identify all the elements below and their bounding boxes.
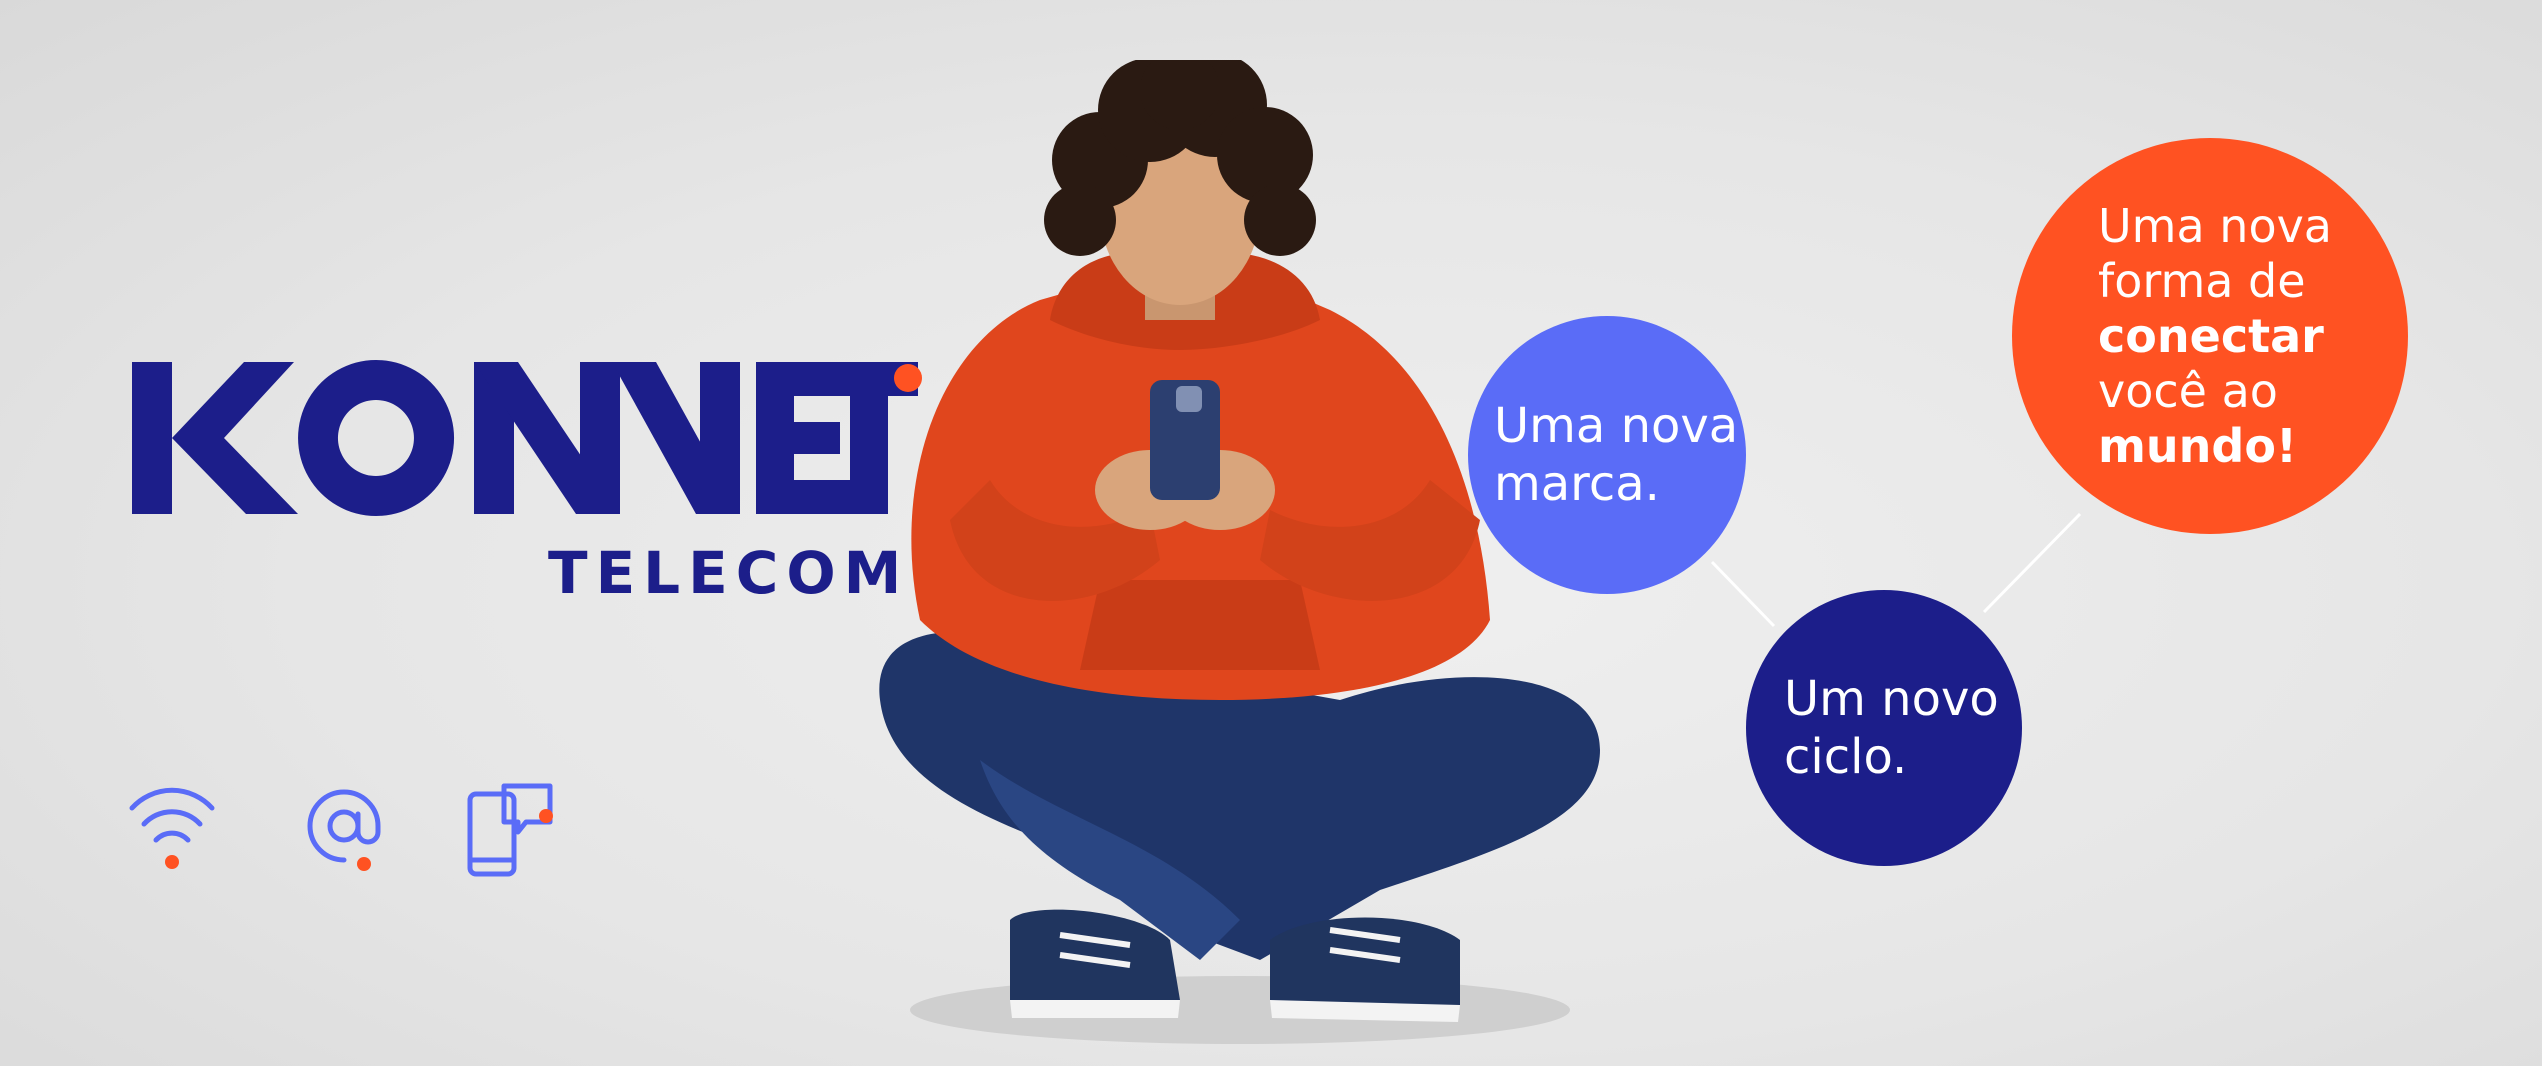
person-with-phone-image [879, 60, 1600, 1044]
mobile-chat-icon [467, 783, 553, 877]
bubble-connect-line5: mundo! [2098, 418, 2297, 473]
bubble-brand-line1: Uma nova [1494, 398, 1739, 454]
bubble-cycle-line2: ciclo. [1784, 729, 1908, 785]
connect-world-bubble: Uma nova forma de conectar você ao mundo… [2012, 138, 2408, 534]
bubble-brand-line2: marca. [1494, 456, 1660, 512]
bubble-connect-line4: você ao [2098, 363, 2278, 418]
bubble-cycle-line1: Um novo [1784, 671, 1999, 727]
bubble-connect-line2: forma de [2098, 253, 2306, 308]
bubble-connect-line3: conectar [2098, 308, 2324, 363]
new-brand-bubble: Uma nova marca. [1468, 316, 1746, 594]
konnet-logo [132, 360, 922, 516]
bubble-connect-line1: Uma nova [2098, 198, 2332, 253]
at-sign-icon [307, 789, 381, 871]
new-cycle-bubble: Um novo ciclo. [1746, 590, 2022, 866]
logo-subtitle: TELECOM [548, 539, 910, 607]
konnet-banner: TELECOM Uma nova marca. Um novo ciclo. U… [0, 0, 2542, 1066]
wifi-icon [129, 787, 215, 869]
